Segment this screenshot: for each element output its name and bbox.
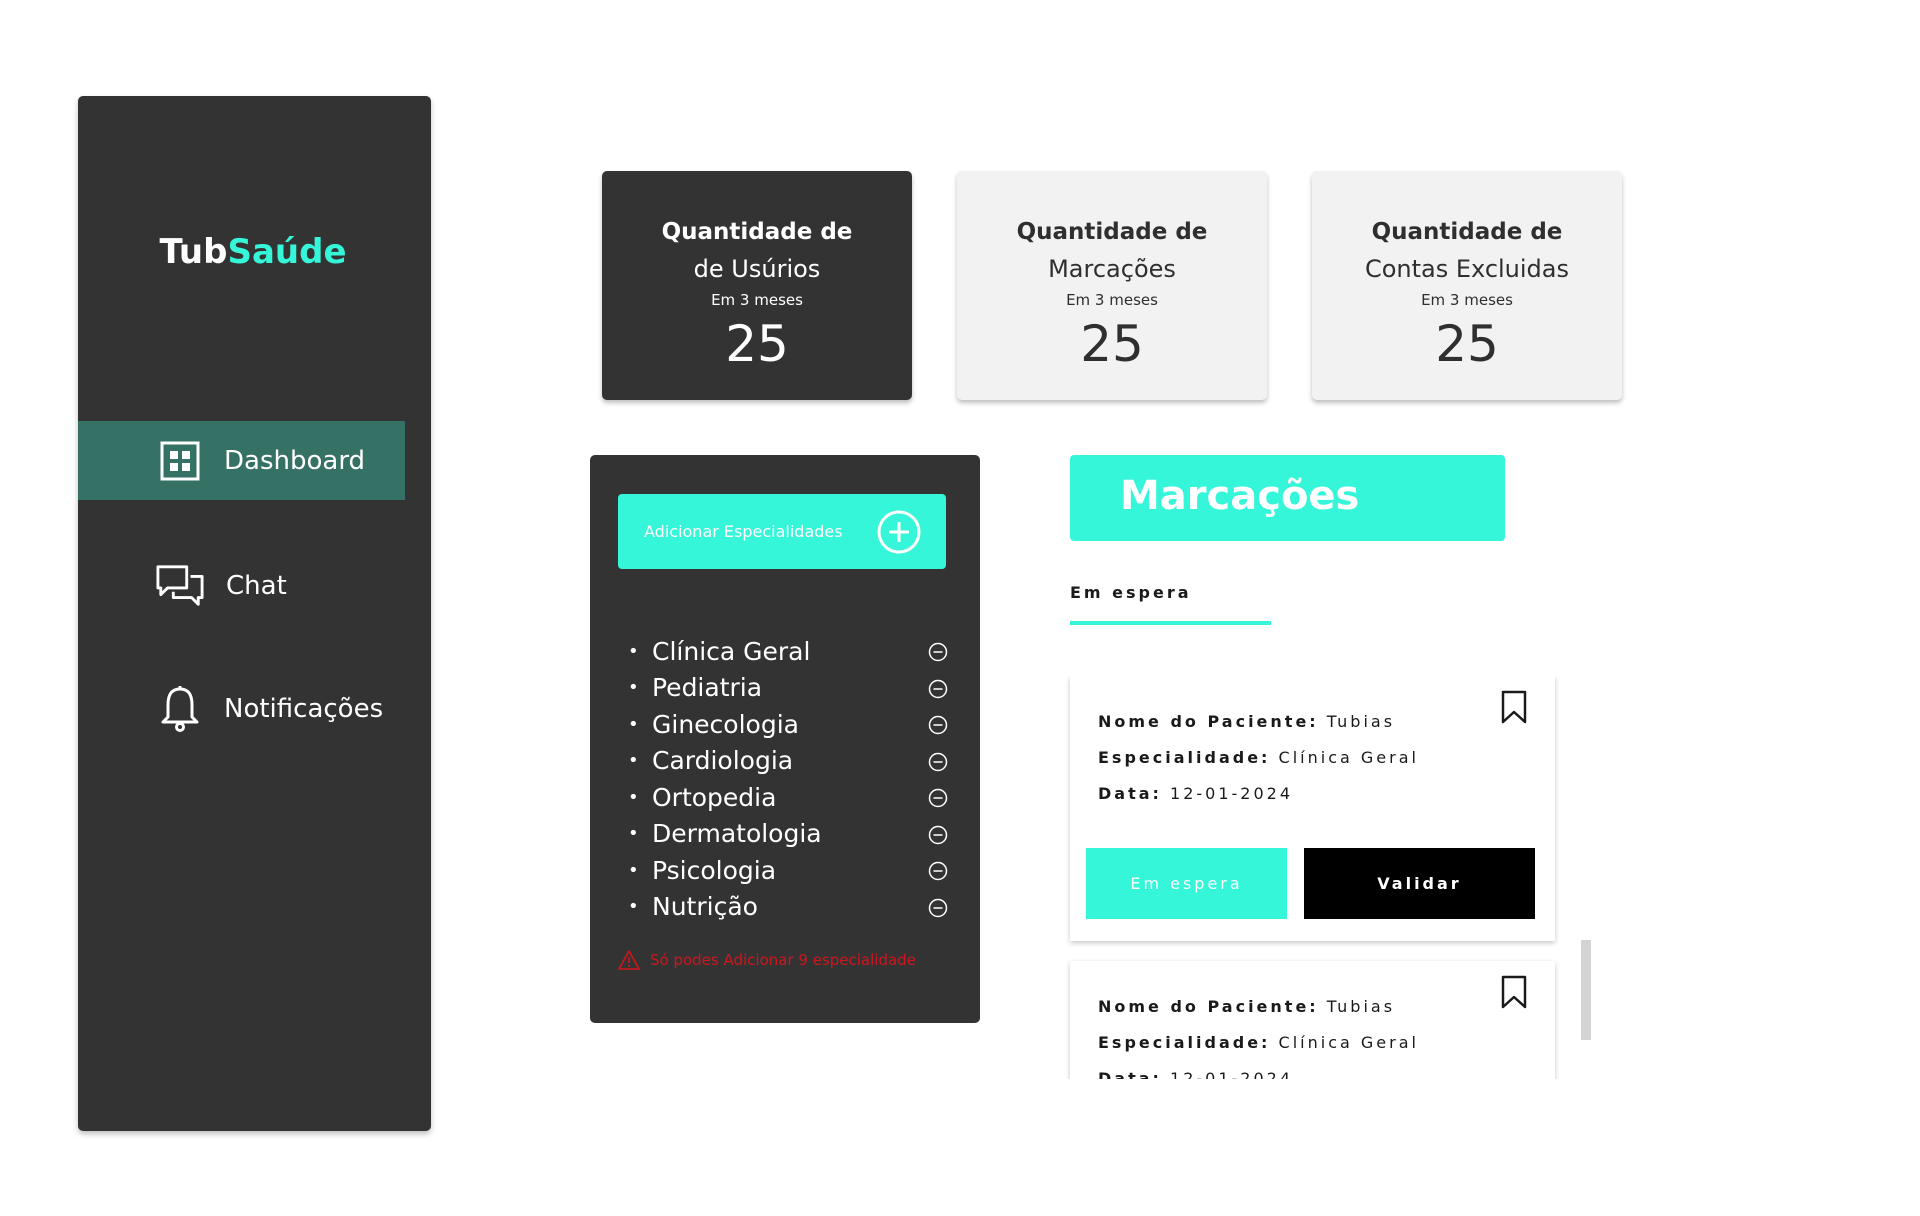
date-row: Data: 12-01-2024 (1098, 1069, 1293, 1079)
remove-circle-icon[interactable] (928, 752, 948, 772)
appointments-header: Marcações (1070, 455, 1505, 541)
stat-subtitle: Marcações (1048, 255, 1176, 283)
bookmark-icon[interactable] (1501, 690, 1527, 724)
remove-circle-icon[interactable] (928, 642, 948, 662)
specialty-item: • Pediatria (628, 670, 948, 707)
bullet: • (628, 713, 639, 735)
specialty-name: Ginecologia (652, 709, 799, 739)
remove-circle-icon[interactable] (928, 825, 948, 845)
stat-card-appointments: Quantidade de Marcações Em 3 meses 25 (957, 171, 1267, 400)
date-row: Data: 12-01-2024 (1098, 784, 1293, 803)
sidebar-item-label: Notificações (224, 693, 384, 724)
specialty-value: Clínica Geral (1278, 748, 1419, 767)
appointment-card: Nome do Paciente: Tubias Especialidade: … (1070, 961, 1555, 1079)
patient-label: Nome do Paciente: (1098, 997, 1319, 1016)
patient-value: Tubias (1326, 712, 1396, 731)
bullet: • (628, 896, 639, 918)
specialty-item: • Ortopedia (628, 779, 948, 816)
date-value: 12-01-2024 (1170, 1069, 1293, 1079)
logo-text-part2: Saúde (227, 232, 347, 272)
specialty-name: Cardiologia (652, 746, 794, 776)
specialty-name: Psicologia (652, 855, 777, 885)
specialty-name: Pediatria (652, 673, 763, 703)
bullet: • (628, 859, 639, 881)
sidebar-item-label: Chat (226, 570, 287, 601)
date-label: Data: (1098, 1069, 1162, 1079)
specialties-list: • Clínica Geral • Pediatria • Ginecologia •… (628, 633, 948, 925)
patient-value: Tubias (1326, 997, 1396, 1016)
date-value: 12-01-2024 (1170, 784, 1293, 803)
patient-row: Nome do Paciente: Tubias (1098, 712, 1395, 731)
add-specialty-label: Adicionar Especialidades (644, 522, 843, 541)
sidebar-item-notificacoes[interactable]: Notificações (78, 669, 405, 748)
tab-em-espera[interactable]: Em espera (1070, 583, 1192, 602)
sidebar-item-chat[interactable]: Chat (78, 546, 405, 625)
bullet: • (628, 640, 639, 662)
remove-circle-icon[interactable] (928, 715, 948, 735)
stat-title: Quantidade de (661, 219, 853, 245)
grid-icon (156, 437, 204, 485)
sidebar-item-label: Dashboard (224, 445, 366, 476)
bullet: • (628, 750, 639, 772)
remove-circle-icon[interactable] (928, 788, 948, 808)
specialty-row: Especialidade: Clínica Geral (1098, 748, 1419, 767)
specialty-item: • Clínica Geral (628, 633, 948, 670)
warning-text: Só podes Adicionar 9 especialidade (650, 951, 916, 969)
stat-value: 25 (1080, 315, 1144, 373)
specialty-name: Clínica Geral (652, 636, 811, 666)
bullet: • (628, 786, 639, 808)
stat-value: 25 (1435, 315, 1499, 373)
stat-title: Quantidade de (1016, 219, 1208, 245)
tab-underline (1070, 621, 1271, 625)
specialty-name: Dermatologia (652, 819, 822, 849)
bullet: • (628, 677, 639, 699)
bookmark-icon[interactable] (1501, 975, 1527, 1009)
bell-icon (156, 685, 204, 733)
app-logo: TubSaúde (78, 232, 428, 272)
specialty-item: • Dermatologia (628, 816, 948, 853)
specialty-label: Especialidade: (1098, 748, 1271, 767)
stat-period: Em 3 meses (1066, 291, 1158, 309)
specialty-item: • Psicologia (628, 852, 948, 889)
stat-title: Quantidade de (1371, 219, 1563, 245)
sidebar-item-dashboard[interactable]: Dashboard (78, 421, 405, 500)
appointments-title: Marcações (1120, 473, 1360, 519)
remove-circle-icon[interactable] (928, 861, 948, 881)
specialty-row: Especialidade: Clínica Geral (1098, 1033, 1419, 1052)
specialty-item: • Nutrição (628, 889, 948, 926)
stat-period: Em 3 meses (711, 291, 803, 309)
stat-period: Em 3 meses (1421, 291, 1513, 309)
specialty-limit-warning: Só podes Adicionar 9 especialidade (618, 950, 916, 970)
logo-text-part1: Tub (159, 232, 228, 272)
appointments-list: Nome do Paciente: Tubias Especialidade: … (1060, 676, 1570, 1079)
patient-label: Nome do Paciente: (1098, 712, 1319, 731)
specialties-panel: Adicionar Especialidades • Clínica Geral … (590, 455, 980, 1023)
remove-circle-icon[interactable] (928, 898, 948, 918)
sidebar: TubSaúde Dashboard Chat Notificações (78, 96, 431, 1131)
stat-subtitle: de Usúrios (693, 255, 821, 283)
stat-card-deleted-accounts: Quantidade de Contas Excluidas Em 3 mese… (1312, 171, 1622, 400)
specialty-name: Nutrição (652, 892, 758, 922)
stat-value: 25 (725, 315, 789, 373)
stat-subtitle: Contas Excluidas (1364, 255, 1570, 283)
add-specialty-button[interactable]: Adicionar Especialidades (618, 494, 946, 569)
specialty-value: Clínica Geral (1278, 1033, 1419, 1052)
warning-icon (618, 950, 640, 970)
specialty-label: Especialidade: (1098, 1033, 1271, 1052)
chat-icon (156, 562, 204, 610)
remove-circle-icon[interactable] (928, 679, 948, 699)
date-label: Data: (1098, 784, 1162, 803)
scrollbar[interactable] (1581, 940, 1591, 1040)
stat-card-users: Quantidade de de Usúrios Em 3 meses 25 (602, 171, 912, 400)
appointment-card: Nome do Paciente: Tubias Especialidade: … (1070, 676, 1555, 941)
plus-circle-icon (876, 509, 922, 555)
specialty-item: • Ginecologia (628, 706, 948, 743)
waiting-button[interactable]: Em espera (1086, 848, 1287, 919)
bullet: • (628, 823, 639, 845)
specialty-name: Ortopedia (652, 782, 777, 812)
validate-button[interactable]: Validar (1304, 848, 1535, 919)
specialty-item: • Cardiologia (628, 743, 948, 780)
patient-row: Nome do Paciente: Tubias (1098, 997, 1395, 1016)
